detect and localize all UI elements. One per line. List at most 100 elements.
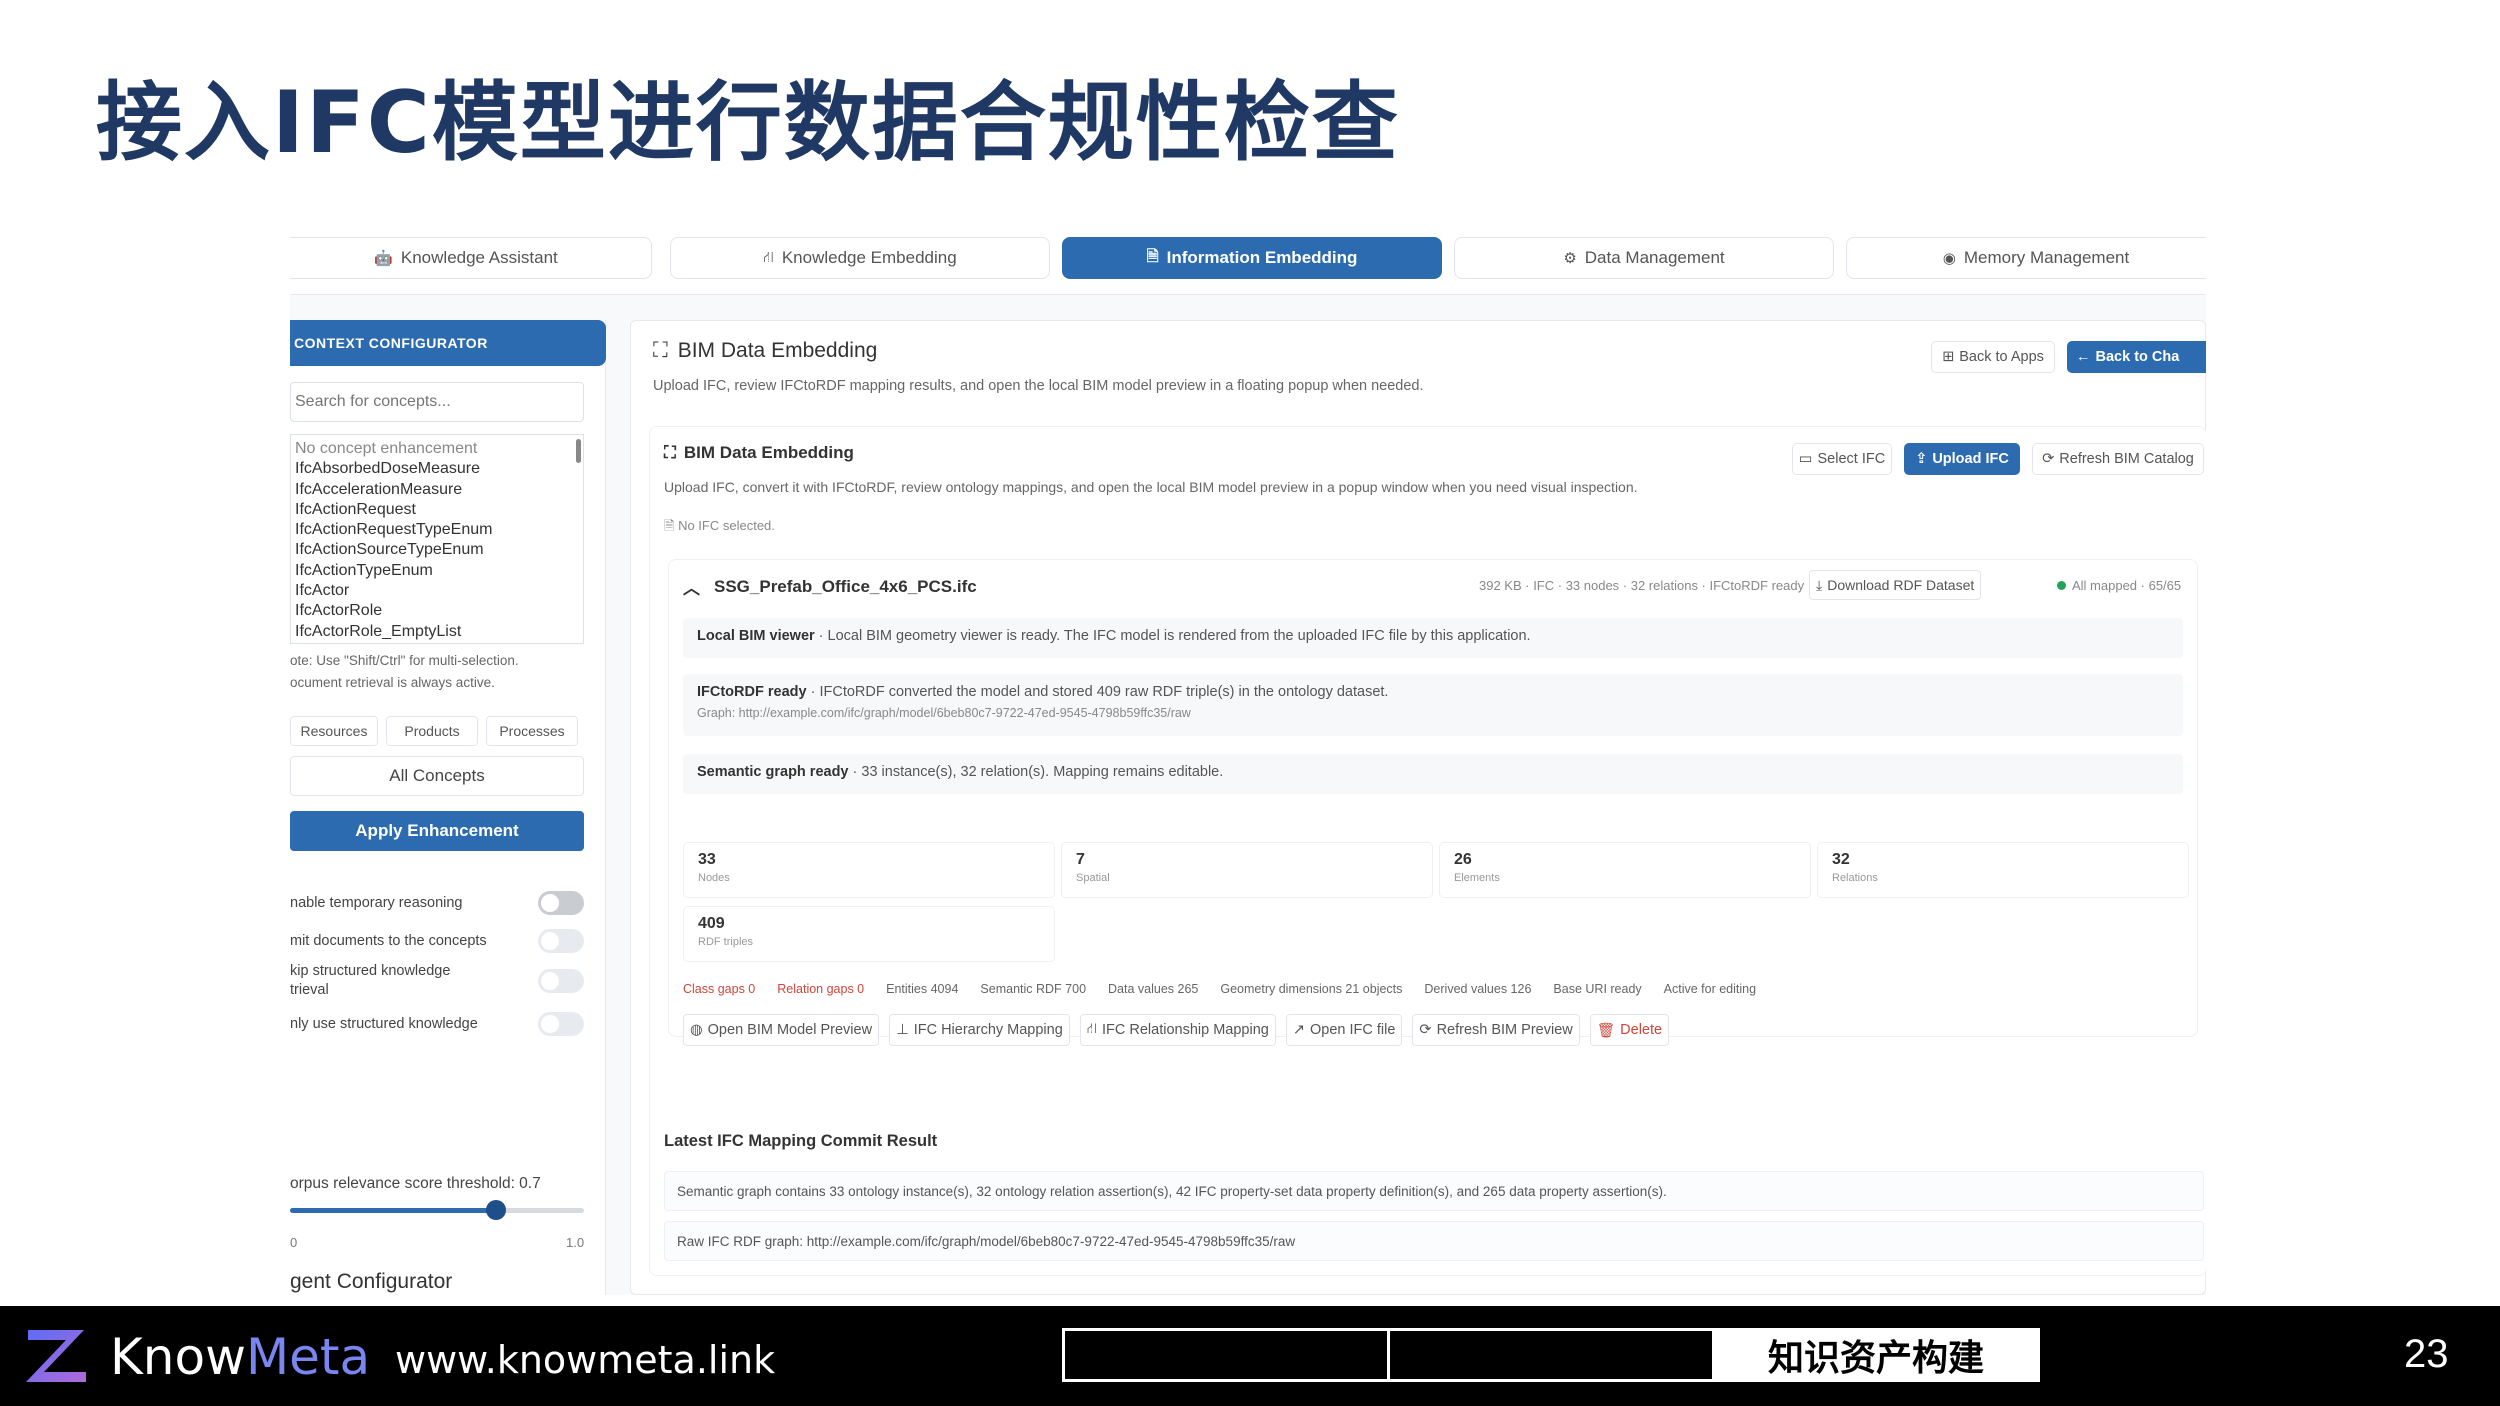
- stat-label: Spatial: [1076, 872, 1110, 884]
- ifc-hierarchy-mapping-button[interactable]: ⊥ IFC Hierarchy Mapping: [889, 1014, 1070, 1046]
- status-text: All mapped · 65/65: [2072, 578, 2182, 593]
- list-item[interactable]: IfcActor: [295, 581, 579, 601]
- all-concepts-button[interactable]: All Concepts: [290, 756, 584, 796]
- refresh-bim-preview-button[interactable]: ⟳ Refresh BIM Preview: [1412, 1014, 1580, 1046]
- delete-button[interactable]: 🗑 Delete: [1589, 1014, 1670, 1046]
- document-icon: 🗎: [1146, 247, 1159, 265]
- card-title-text: BIM Data Embedding: [683, 443, 854, 462]
- stat-value: 26: [1454, 851, 1472, 868]
- grid-icon: ⊞: [1942, 349, 1955, 365]
- tab-information-embedding[interactable]: 🗎 Information Embedding: [1062, 237, 1442, 279]
- website-link[interactable]: www.knowmeta.link: [395, 1338, 775, 1382]
- slider-fill: [290, 1208, 496, 1213]
- list-item[interactable]: IfcActionTypeEnum: [295, 561, 579, 581]
- list-item[interactable]: IfcActorRole: [295, 601, 579, 621]
- toggle-row: mit documents to the concepts: [290, 929, 584, 953]
- commit-result-title: Latest IFC Mapping Commit Result: [664, 1132, 938, 1150]
- status-badge: Geometry dimensions 21 objects: [1220, 982, 1403, 996]
- list-item[interactable]: IfcActionSourceTypeEnum: [295, 540, 579, 560]
- button-label: Download RDF Dataset: [1827, 577, 1975, 593]
- mapping-badges: Class gaps 0 Relation gaps 0 Entities 40…: [683, 982, 1756, 996]
- tab-label: Knowledge Assistant: [400, 248, 558, 267]
- filter-resources-button[interactable]: Resources: [290, 716, 378, 746]
- stat-card-spatial: 7 Spatial: [1061, 842, 1433, 898]
- refresh-bim-catalog-button[interactable]: ⟳ Refresh BIM Catalog: [2032, 443, 2204, 475]
- graph-icon: ⛙: [763, 248, 774, 266]
- chevron-up-icon[interactable]: ︿: [683, 574, 700, 599]
- stat-card-nodes: 33 Nodes: [683, 842, 1055, 898]
- toggle-label: kip structured knowledge trieval: [290, 963, 451, 998]
- status-badge: Active for editing: [1663, 982, 1757, 996]
- list-scrollbar[interactable]: [576, 439, 581, 463]
- slider-handle[interactable]: [485, 1200, 506, 1220]
- skip-structured-knowledge-toggle[interactable]: [538, 969, 584, 993]
- temporary-reasoning-toggle[interactable]: [538, 891, 584, 915]
- main-tabs: 🤖 Knowledge Assistant ⛙ Knowledge Embedd…: [290, 215, 2206, 295]
- bim-embedding-card: ⛶ BIM Data Embedding Upload IFC, convert…: [649, 426, 2206, 1276]
- card-subtitle: Upload IFC, convert it with IFCtoRDF, re…: [664, 479, 1638, 495]
- tab-data-management[interactable]: ⚙ Data Management: [1454, 237, 1834, 279]
- selection-note: ote: Use "Shift/Ctrl" for multi-selectio…: [290, 650, 590, 694]
- ifctordf-status-block: IFCtoRDF ready · IFCtoRDF converted the …: [683, 674, 2183, 736]
- stat-card-relations: 32 Relations: [1817, 842, 2189, 898]
- file-meta: 392 KB · IFC · 33 nodes · 32 relations ·…: [1479, 578, 1805, 593]
- tab-label: Knowledge Embedding: [781, 248, 957, 267]
- apply-enhancement-button[interactable]: Apply Enhancement: [290, 811, 584, 851]
- filter-products-button[interactable]: Products: [386, 716, 478, 746]
- tab-label: Memory Management: [1963, 248, 2130, 267]
- status-badge: Entities 4094: [886, 982, 959, 996]
- commit-result-graph: Raw IFC RDF graph: http://example.com/if…: [664, 1221, 2204, 1261]
- download-rdf-dataset-button[interactable]: ⤓ Download RDF Dataset: [1809, 570, 1982, 600]
- block-text: · 33 instance(s), 32 relation(s). Mappin…: [848, 764, 1224, 780]
- panel-subtitle: Upload IFC, review IFCtoRDF mapping resu…: [653, 378, 1424, 394]
- back-to-apps-button[interactable]: ⊞ Back to Apps: [1931, 341, 2055, 373]
- concept-search-input[interactable]: [290, 382, 584, 422]
- tab-knowledge-assistant[interactable]: 🤖 Knowledge Assistant: [290, 237, 652, 279]
- threshold-slider[interactable]: [290, 1200, 584, 1220]
- slider-min-label: 0: [290, 1235, 298, 1250]
- tab-memory-management[interactable]: ◉ Memory Management: [1846, 237, 2206, 279]
- cubes-icon: ⛶: [664, 443, 676, 462]
- file-name: SSG_Prefab_Office_4x6_PCS.ifc: [714, 576, 977, 596]
- list-item[interactable]: No concept enhancement: [295, 439, 579, 459]
- list-item[interactable]: IfcAbsorbedDoseMeasure: [295, 459, 579, 479]
- upload-icon: ⇪: [1915, 451, 1928, 467]
- arrow-left-icon: ←: [2076, 349, 2091, 365]
- refresh-icon: ⟳: [2042, 451, 2055, 467]
- button-label: Upload IFC: [1932, 451, 2009, 467]
- toggle-row: nable temporary reasoning: [290, 891, 584, 915]
- concept-list[interactable]: No concept enhancement IfcAbsorbedDoseMe…: [290, 434, 584, 644]
- brand-name: KnowMeta: [110, 1328, 370, 1386]
- list-item[interactable]: IfcActionRequestTypeEnum: [295, 520, 579, 540]
- cubes-icon: ⛶: [653, 339, 668, 362]
- upload-ifc-button[interactable]: ⇪ Upload IFC: [1904, 443, 2020, 475]
- limit-documents-toggle[interactable]: [538, 929, 584, 953]
- list-item[interactable]: IfcActionRequest: [295, 500, 579, 520]
- list-item[interactable]: IfcActorRole_EmptyList: [295, 622, 579, 642]
- trash-icon: 🗑: [1596, 1022, 1616, 1039]
- only-structured-knowledge-toggle[interactable]: [538, 1012, 584, 1036]
- document-icon: 🗎: [664, 518, 675, 533]
- open-ifc-file-button[interactable]: ↗ Open IFC file: [1285, 1014, 1403, 1046]
- button-label: Back to Apps: [1959, 349, 2044, 365]
- status-badge: Relation gaps 0: [777, 982, 865, 996]
- button-label: Refresh BIM Preview: [1436, 1022, 1573, 1038]
- button-label: Select IFC: [1817, 451, 1886, 467]
- ifc-file-panel: ︿ SSG_Prefab_Office_4x6_PCS.ifc 392 KB ·…: [668, 559, 2198, 1046]
- list-item[interactable]: IfcAccelerationMeasure: [295, 480, 579, 500]
- section-progress-bar: 知识资产构建: [1062, 1328, 2040, 1382]
- block-text: · IFCtoRDF converted the model and store…: [806, 684, 1389, 700]
- button-label: Back to Cha: [2095, 349, 2180, 365]
- context-configurator-sidebar: CONTEXT CONFIGURATOR No concept enhancem…: [290, 320, 606, 1295]
- back-to-chat-button[interactable]: ← Back to Cha: [2067, 341, 2206, 373]
- select-ifc-button[interactable]: ▭ Select IFC: [1792, 443, 1892, 475]
- slide-title: 接入IFC模型进行数据合规性检查: [96, 73, 1400, 173]
- open-bim-model-preview-button[interactable]: ◍ Open BIM Model Preview: [683, 1014, 880, 1046]
- ifc-relationship-mapping-button[interactable]: ⛙ IFC Relationship Mapping: [1079, 1014, 1276, 1046]
- filter-processes-button[interactable]: Processes: [486, 716, 578, 746]
- progress-segment-active: 知识资产构建: [1715, 1331, 2037, 1379]
- button-label: Delete: [1620, 1022, 1663, 1038]
- tab-knowledge-embedding[interactable]: ⛙ Knowledge Embedding: [670, 237, 1050, 279]
- stat-label: RDF triples: [698, 936, 754, 948]
- knowmeta-logo-icon: [26, 1330, 86, 1382]
